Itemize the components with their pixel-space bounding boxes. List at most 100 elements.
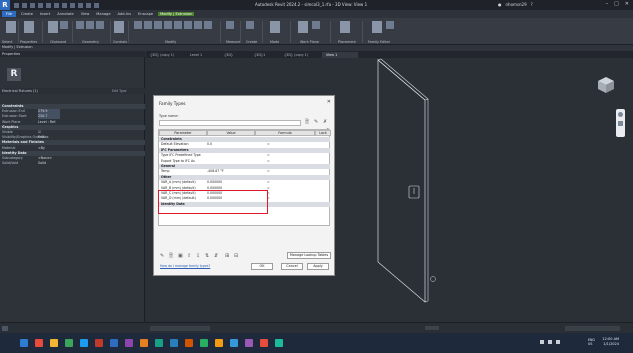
revit-logo-icon[interactable]: R (0, 0, 10, 10)
paste-icon[interactable] (48, 21, 58, 33)
tab-modify-extrusion[interactable]: Modify | Extrusion (158, 12, 195, 16)
load-into-project-icon[interactable] (372, 21, 382, 33)
taskbar-app-icon[interactable] (170, 339, 178, 347)
modify-select-icon[interactable] (6, 21, 16, 33)
copy-icon[interactable] (60, 21, 68, 29)
parameter-value[interactable]: -408.67 °F (207, 169, 224, 174)
parameter-row[interactable]: Default Elevation 0.0 = (159, 142, 330, 147)
network-icon[interactable] (548, 340, 552, 344)
taskbar-app-icon[interactable] (155, 339, 163, 347)
parameter-group[interactable]: Constraints (159, 137, 330, 142)
volume-icon[interactable] (556, 340, 560, 344)
mirror-icon[interactable] (154, 21, 162, 29)
parameter-formula[interactable]: = (267, 169, 270, 174)
tab-add-ins[interactable]: Add-Ins (116, 12, 133, 16)
edit-extrusion-icon[interactable] (270, 21, 280, 33)
parameter-formula[interactable]: = (267, 153, 270, 158)
rotate-icon[interactable] (174, 21, 182, 29)
sort-ascending-icon[interactable]: ⇅ (205, 253, 211, 259)
tab-insert[interactable]: Insert (38, 12, 52, 16)
redo-icon[interactable] (38, 2, 43, 8)
array-icon[interactable] (204, 21, 212, 29)
parameter-group[interactable]: IFC Parameters (159, 147, 330, 153)
trim-icon[interactable] (184, 21, 192, 29)
3d-view-icon[interactable] (70, 2, 75, 8)
view-cube-icon[interactable] (596, 75, 616, 95)
parameter-group[interactable]: General (159, 164, 330, 169)
thin-lines-icon[interactable] (86, 2, 91, 8)
taskbar-clock[interactable]: 12:00 AM 1/1/2024 (602, 337, 619, 347)
taskbar-app-icon[interactable] (275, 339, 283, 347)
text-icon[interactable] (62, 2, 67, 8)
parameter-row[interactable]: Export Type to IFC As = (159, 159, 330, 164)
measure-distance-icon[interactable] (226, 21, 234, 29)
taskbar-app-icon[interactable] (215, 339, 223, 347)
steering-wheel-icon[interactable] (618, 112, 623, 117)
property-value[interactable]: Solid (38, 161, 60, 166)
type-selector[interactable]: Electrical Fixtures (1) Edit Type (0, 88, 145, 94)
taskbar-app-icon[interactable] (125, 339, 133, 347)
tab-manage[interactable]: Manage (94, 12, 112, 16)
taskbar-app-icon[interactable] (140, 339, 148, 347)
parameter-formula[interactable]: = (267, 180, 270, 185)
pick-new-icon[interactable] (312, 21, 320, 29)
selection-filter-bar[interactable] (565, 326, 620, 331)
language-indicator[interactable]: ENG US (588, 338, 595, 346)
parameter-formula[interactable]: = (267, 142, 270, 147)
create-group-icon[interactable] (246, 21, 254, 29)
rename-type-icon[interactable]: ✎ (314, 119, 318, 125)
navigation-bar[interactable] (616, 109, 625, 137)
paint-icon[interactable] (96, 21, 104, 29)
parameter-row[interactable]: VAR_A (mm) (default) 0.000000 = (159, 180, 330, 185)
status-icon[interactable] (2, 326, 8, 331)
taskbar-app-icon[interactable] (200, 339, 208, 347)
new-type-icon[interactable]: 🗎 (305, 119, 309, 127)
join-geometry-icon[interactable] (86, 21, 94, 29)
taskbar-app-icon[interactable] (260, 339, 268, 347)
taskbar-app-icon[interactable] (50, 339, 58, 347)
view-control-bar[interactable] (150, 326, 210, 331)
dialog-close-icon[interactable]: ✕ (327, 99, 331, 105)
maximize-button[interactable]: □ (614, 1, 619, 7)
help-link[interactable]: How do I manage family types? (160, 264, 210, 268)
type-name-select[interactable] (159, 120, 301, 126)
open-icon[interactable] (14, 2, 19, 8)
placement-icon[interactable] (340, 21, 350, 33)
taskbar-app-icon[interactable] (80, 339, 88, 347)
properties-icon[interactable] (24, 21, 34, 33)
tab-view[interactable]: View (79, 12, 92, 16)
cancel-button[interactable]: Cancel (281, 263, 303, 270)
close-hidden-icon[interactable] (94, 2, 99, 8)
taskbar-app-icon[interactable] (110, 339, 118, 347)
offset-icon[interactable] (144, 21, 152, 29)
tab-create[interactable]: Create (19, 12, 35, 16)
apply-button[interactable]: Apply (307, 263, 329, 270)
print-icon[interactable] (46, 2, 51, 8)
load-into-project-close-icon[interactable] (386, 21, 394, 29)
minimize-button[interactable]: – (606, 1, 609, 7)
activate-controls-icon[interactable] (114, 21, 124, 33)
ok-button[interactable]: OK (251, 263, 273, 270)
parameter-row[interactable]: Temp -408.67 °F = (159, 169, 330, 174)
sort-descending-icon[interactable]: ⇵ (214, 253, 220, 259)
taskbar-app-icon[interactable] (65, 339, 73, 347)
align-icon[interactable] (134, 21, 142, 29)
edit-type-button[interactable]: Edit Type (112, 88, 127, 94)
system-tray[interactable] (540, 340, 574, 345)
user-area[interactable]: ● nhomsn29 ? (498, 2, 533, 7)
zoom-icon[interactable] (618, 121, 623, 126)
new-parameter-icon[interactable]: 🗎 (169, 253, 175, 259)
measure-icon[interactable] (54, 2, 59, 8)
move-icon[interactable] (164, 21, 172, 29)
close-button[interactable]: ✕ (625, 1, 629, 7)
tab-annotate[interactable]: Annotate (55, 12, 75, 16)
edit-parameter-icon[interactable]: ✎ (160, 253, 166, 259)
scroll-thumb[interactable] (425, 326, 439, 330)
move-down-icon[interactable]: ⇩ (196, 253, 202, 259)
tab-file[interactable]: File (2, 11, 17, 17)
ungroup-icon[interactable]: ⊟ (234, 253, 240, 259)
group-icon[interactable]: ⊞ (225, 253, 231, 259)
parameter-value[interactable]: 0.0 (207, 142, 212, 147)
delete-type-icon[interactable]: ✗ (323, 119, 327, 125)
parameter-value[interactable]: 0.000000 (207, 180, 222, 185)
